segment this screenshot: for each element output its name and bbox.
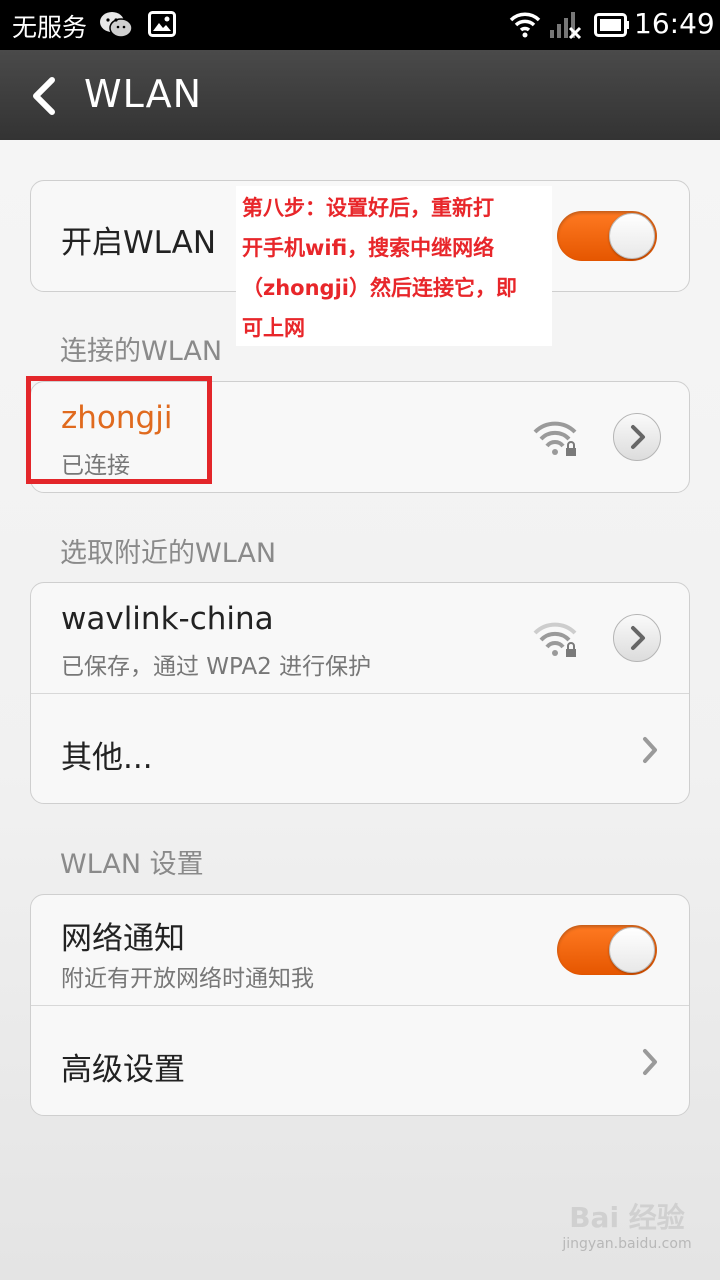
tutorial-annotation: 第八步：设置好后，重新打 开手机wifi，搜索中继网络 （zhongji）然后连… (236, 186, 552, 346)
carrier-label: 无服务 (12, 13, 88, 42)
watermark-url: jingyan.baidu.com (562, 1236, 692, 1252)
annotation-line: 第八步：设置好后，重新打 (242, 196, 494, 220)
chevron-right-icon (641, 736, 659, 768)
network-notify-subtitle: 附近有开放网络时通知我 (61, 966, 314, 992)
nearby-network-row[interactable]: wavlink-china 已保存，通过 WPA2 进行保护 (31, 583, 689, 693)
battery-icon (594, 13, 630, 41)
settings-card: 网络通知 附近有开放网络时通知我 高级设置 (30, 894, 690, 1116)
annotation-line: 可上网 (242, 316, 305, 340)
baidu-watermark: Bai 经验 jingyan.baidu.com (552, 1196, 702, 1252)
switch-knob (609, 213, 655, 259)
highlight-box (26, 376, 212, 484)
other-network-row[interactable]: 其他... (31, 693, 689, 803)
annotation-line: 开手机wifi，搜索中继网络 (242, 236, 495, 260)
wechat-icon (98, 10, 134, 44)
back-icon[interactable] (28, 76, 58, 120)
settings-section-label: WLAN 设置 (60, 849, 204, 880)
nearby-ssid: wavlink-china (61, 601, 274, 637)
page-title: WLAN (84, 72, 203, 116)
nearby-card: wavlink-china 已保存，通过 WPA2 进行保护 其他... (30, 582, 690, 804)
nearby-details-button[interactable] (613, 614, 661, 662)
annotation-line: （zhongji）然后连接它，即 (242, 276, 517, 300)
clock: 16:49 (634, 7, 715, 40)
network-notify-switch[interactable] (557, 925, 657, 975)
network-notify-row[interactable]: 网络通知 附近有开放网络时通知我 (31, 895, 689, 1005)
signal-none-icon (548, 10, 584, 44)
advanced-settings-row[interactable]: 高级设置 (31, 1005, 689, 1115)
watermark-logo: Bai 经验 (569, 1201, 685, 1234)
connected-section-label: 连接的WLAN (60, 336, 223, 367)
connected-details-button[interactable] (613, 413, 661, 461)
wifi-lock-icon (531, 418, 579, 462)
nearby-section-label: 选取附近的WLAN (60, 538, 277, 569)
other-network-label: 其他... (61, 740, 153, 776)
wifi-status-icon (508, 10, 542, 42)
nearby-status: 已保存，通过 WPA2 进行保护 (61, 654, 372, 680)
advanced-settings-label: 高级设置 (61, 1052, 185, 1088)
network-notify-title: 网络通知 (61, 921, 185, 957)
chevron-right-icon (641, 1048, 659, 1080)
wlan-switch[interactable] (557, 211, 657, 261)
wifi-lock-icon (531, 619, 579, 663)
gallery-icon (148, 11, 176, 41)
wlan-toggle-label: 开启WLAN (61, 225, 217, 261)
title-bar: WLAN (0, 50, 720, 140)
switch-knob (609, 927, 655, 973)
status-bar: 无服务 16:49 (0, 0, 720, 50)
